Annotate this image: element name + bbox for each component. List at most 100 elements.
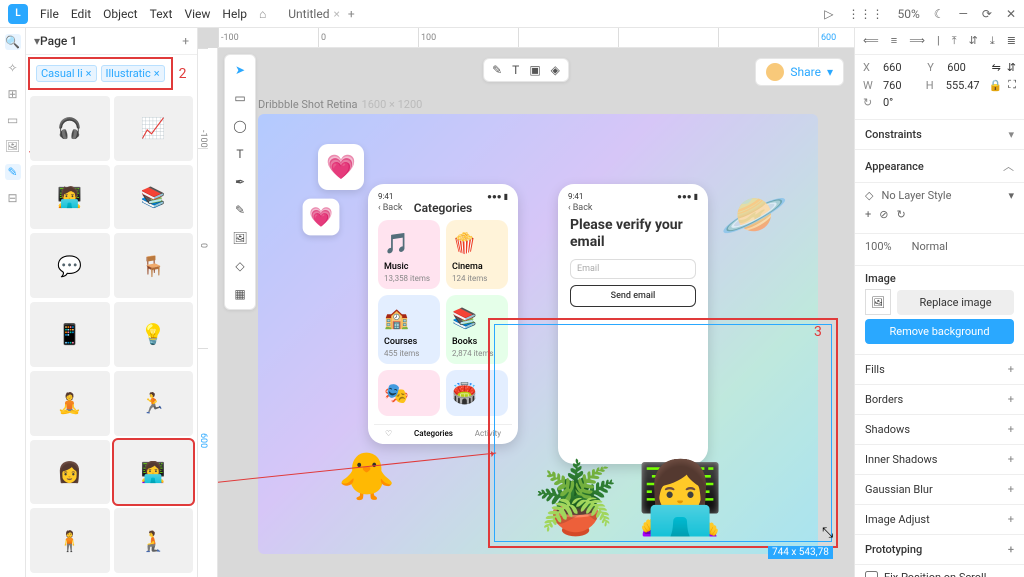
asset-thumb[interactable]: 🧍 <box>30 508 110 573</box>
close-tab-icon[interactable]: × <box>333 7 339 21</box>
menu-help[interactable]: Help <box>222 7 247 21</box>
asset-thumb-selected[interactable]: 👩‍💻 <box>114 440 194 505</box>
add-tab-icon[interactable]: + <box>348 7 355 21</box>
chip-remove-icon[interactable]: × <box>154 67 160 80</box>
filter-chip-2[interactable]: Illustratic× <box>101 65 165 82</box>
add-page-icon[interactable]: + <box>182 34 189 48</box>
asset-thumb[interactable]: 💬 <box>30 233 110 298</box>
rail-icon-3[interactable]: ⊞ <box>5 86 21 102</box>
align-right-icon[interactable]: ⟹ <box>909 34 925 48</box>
align-top-icon[interactable]: ⤒ <box>952 34 957 48</box>
flip-h-icon[interactable]: ⇋ <box>992 61 1001 74</box>
play-icon[interactable]: ▷ <box>824 7 833 21</box>
reset-icon[interactable]: ⊘ <box>879 208 888 221</box>
asset-thumb[interactable]: 👩 <box>30 440 110 505</box>
menu-view[interactable]: View <box>184 7 210 21</box>
app-logo[interactable]: L <box>8 4 28 24</box>
asset-thumb[interactable]: 🪑 <box>114 233 194 298</box>
asset-thumb[interactable]: 🧘 <box>30 371 110 436</box>
menu-edit[interactable]: Edit <box>71 7 91 21</box>
opacity-value[interactable]: 100% <box>865 240 892 253</box>
text-tool-icon[interactable]: T <box>229 143 251 165</box>
frame-label[interactable]: Dribbble Shot Retina1600 × 1200 <box>258 98 422 111</box>
asset-thumb[interactable]: 📈 <box>114 96 194 161</box>
appearance-section[interactable]: Appearance︿ <box>855 150 1024 183</box>
send-button[interactable]: Send email <box>570 285 696 307</box>
asset-thumb[interactable]: 💡 <box>114 302 194 367</box>
asset-thumb[interactable]: 🧎 <box>114 508 194 573</box>
constraints-section[interactable]: Constraints▾ <box>855 120 1024 150</box>
y-value[interactable]: 600 <box>947 61 985 74</box>
pen-tool-icon[interactable]: ✒ <box>229 171 251 193</box>
tabbar-heart-icon[interactable]: ♡ <box>385 429 392 438</box>
rail-icon-4[interactable]: ▭ <box>5 112 21 128</box>
category-card[interactable]: 🎭 <box>378 370 440 416</box>
category-card[interactable]: 🏫Courses455 items <box>378 295 440 364</box>
canvas[interactable]: -1000 100 600700 -1000 600 ➤ ▭ ◯ T ✒ ✎ 🖼… <box>198 28 854 577</box>
align-bottom-icon[interactable]: ⤓ <box>990 34 995 48</box>
edit-icon[interactable]: ✎ <box>492 63 502 77</box>
blur-section[interactable]: Gaussian Blur+ <box>855 475 1024 505</box>
oval-tool-icon[interactable]: ◯ <box>229 115 251 137</box>
menu-file[interactable]: File <box>40 7 59 21</box>
category-card[interactable]: 🍿Cinema124 items <box>446 220 508 289</box>
image-tool-icon[interactable]: 🖼 <box>229 227 251 249</box>
replace-image-button[interactable]: Replace image <box>897 290 1014 315</box>
back-button[interactable]: ‹ Back <box>564 201 702 215</box>
zoom-level[interactable]: 50% <box>897 7 919 21</box>
pointer-tool-icon[interactable]: ➤ <box>229 59 251 81</box>
chip-remove-icon[interactable]: × <box>86 67 92 80</box>
blend-mode[interactable]: Normal <box>912 240 948 253</box>
component-tool-icon[interactable]: ◇ <box>229 255 251 277</box>
menu-object[interactable]: Object <box>103 7 137 21</box>
asset-thumb[interactable]: 📚 <box>114 165 194 230</box>
distribute-icon[interactable]: ≣ <box>1007 34 1016 48</box>
asset-thumb[interactable]: 🎧 <box>30 96 110 161</box>
email-field[interactable]: Email <box>570 259 696 279</box>
h-value[interactable]: 555.47 <box>946 79 983 92</box>
w-value[interactable]: 760 <box>883 79 920 92</box>
mask-icon[interactable]: ▣ <box>529 63 540 77</box>
rail-search-icon[interactable]: 🔍 <box>5 34 21 50</box>
component-icon[interactable]: ◈ <box>551 63 560 77</box>
align-left-icon[interactable]: ⟸ <box>863 34 879 48</box>
category-card[interactable]: 🎵Music13,358 items <box>378 220 440 289</box>
minimize-icon[interactable]: — <box>959 7 968 21</box>
rail-icon-7[interactable]: ⊟ <box>5 190 21 206</box>
grid-tool-icon[interactable]: ▦ <box>229 283 251 305</box>
layer-style-select[interactable]: No Layer Style <box>881 189 951 202</box>
fix-position-checkbox[interactable]: Fix Position on Scroll <box>865 571 1014 577</box>
grid-icon[interactable]: ⋮⋮⋮ <box>847 7 883 21</box>
document-tab[interactable]: Untitled × <box>288 7 340 21</box>
rail-icon-2[interactable]: ✧ <box>5 60 21 76</box>
share-button[interactable]: Share ▾ <box>755 58 844 86</box>
home-icon[interactable]: ⌂ <box>259 7 266 21</box>
fills-section[interactable]: Fills+ <box>855 355 1024 385</box>
prototyping-section[interactable]: Prototyping+ <box>855 535 1024 565</box>
shadows-section[interactable]: Shadows+ <box>855 415 1024 445</box>
rail-icon-6[interactable]: ✎ <box>5 164 21 180</box>
align-center-h-icon[interactable]: ≡ <box>891 34 897 48</box>
asset-thumb[interactable]: 📱 <box>30 302 110 367</box>
flip-v-icon[interactable]: ⇵ <box>1007 61 1016 74</box>
chevron-down-icon[interactable]: ▾ <box>1008 189 1014 202</box>
asset-thumb[interactable]: 🧑‍💻 <box>30 165 110 230</box>
align-middle-icon[interactable]: ⇵ <box>969 34 978 48</box>
rail-icon-5[interactable]: 🖼 <box>5 138 21 154</box>
inner-shadows-section[interactable]: Inner Shadows+ <box>855 445 1024 475</box>
resize-handle-icon[interactable]: ⤡ <box>822 525 833 541</box>
page-title[interactable]: Page 1 <box>40 34 77 48</box>
dark-mode-icon[interactable]: ☾ <box>934 7 945 21</box>
borders-section[interactable]: Borders+ <box>855 385 1024 415</box>
add-style-icon[interactable]: + <box>865 208 871 221</box>
filter-chip-1[interactable]: Casual li× <box>36 65 97 82</box>
pencil-tool-icon[interactable]: ✎ <box>229 199 251 221</box>
x-value[interactable]: 660 <box>883 61 921 74</box>
link-icon[interactable]: ⛶ <box>1008 78 1016 92</box>
menu-text[interactable]: Text <box>150 7 173 21</box>
adjust-section[interactable]: Image Adjust+ <box>855 505 1024 535</box>
refresh-icon[interactable]: ⟳ <box>982 7 992 21</box>
close-window-icon[interactable]: ✕ <box>1006 7 1016 21</box>
refresh-style-icon[interactable]: ↻ <box>896 208 905 221</box>
text-icon[interactable]: T <box>512 63 519 77</box>
